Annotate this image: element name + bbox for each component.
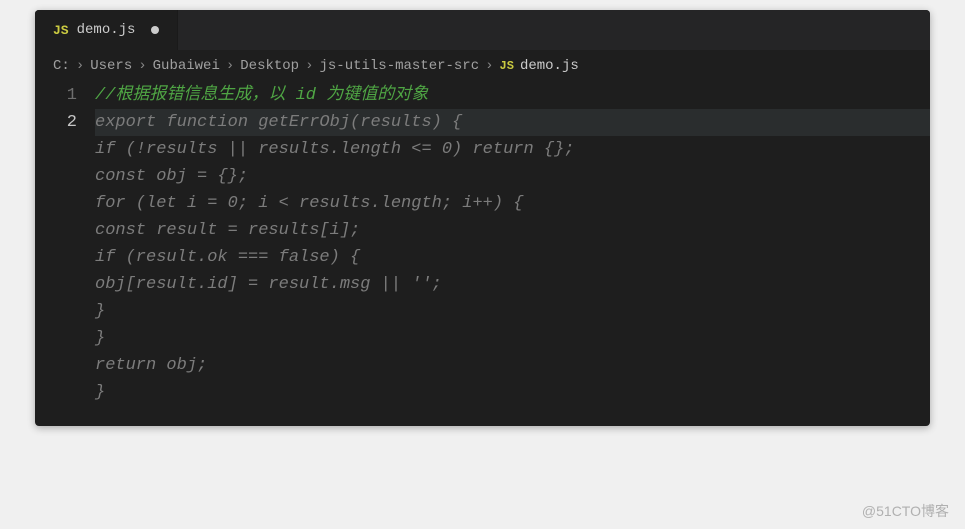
- file-tab[interactable]: JS demo.js: [35, 10, 178, 50]
- breadcrumb-part[interactable]: Gubaiwei: [153, 58, 220, 74]
- code-content[interactable]: //根据报错信息生成，以 id 为键值的对象 export function g…: [95, 82, 930, 406]
- tab-filename: demo.js: [77, 22, 136, 38]
- chevron-right-icon: ›: [305, 58, 313, 74]
- watermark: @51CTO博客: [862, 501, 949, 521]
- code-text: }: [95, 329, 105, 348]
- chevron-right-icon: ›: [138, 58, 146, 74]
- code-text: }: [95, 302, 105, 321]
- breadcrumb[interactable]: C: › Users › Gubaiwei › Desktop › js-uti…: [35, 50, 930, 82]
- breadcrumb-part[interactable]: Desktop: [240, 58, 299, 74]
- code-text: if (result.ok === false) {: [95, 248, 360, 267]
- code-text: const obj = {};: [95, 167, 248, 186]
- code-text: //根据报错信息生成，以 id 为键值的对象: [95, 86, 428, 105]
- line-number: 2: [35, 109, 77, 136]
- code-text: export function getErrObj(results) {: [95, 113, 462, 132]
- line-number: 1: [35, 82, 77, 109]
- chevron-right-icon: ›: [485, 58, 493, 74]
- code-text: obj[result.id] = result.msg || '';: [95, 275, 442, 294]
- chevron-right-icon: ›: [76, 58, 84, 74]
- code-text: if (!results || results.length <= 0) ret…: [95, 140, 574, 159]
- breadcrumb-file[interactable]: demo.js: [520, 58, 579, 74]
- code-text: return obj;: [95, 356, 207, 375]
- code-text: }: [95, 383, 105, 402]
- code-area[interactable]: 1 2 //根据报错信息生成，以 id 为键值的对象 export functi…: [35, 82, 930, 426]
- breadcrumb-part[interactable]: C:: [53, 58, 70, 74]
- js-file-icon: JS: [53, 23, 69, 38]
- tab-bar: JS demo.js: [35, 10, 930, 50]
- breadcrumb-part[interactable]: Users: [90, 58, 132, 74]
- js-file-icon: JS: [500, 59, 514, 73]
- chevron-right-icon: ›: [226, 58, 234, 74]
- code-text: const result = results[i];: [95, 221, 360, 240]
- code-text: for (let i = 0; i < results.length; i++)…: [95, 194, 523, 213]
- line-number-gutter: 1 2: [35, 82, 95, 406]
- modified-indicator-icon: [151, 26, 159, 34]
- breadcrumb-part[interactable]: js-utils-master-src: [319, 58, 479, 74]
- editor-window: JS demo.js C: › Users › Gubaiwei › Deskt…: [35, 10, 930, 426]
